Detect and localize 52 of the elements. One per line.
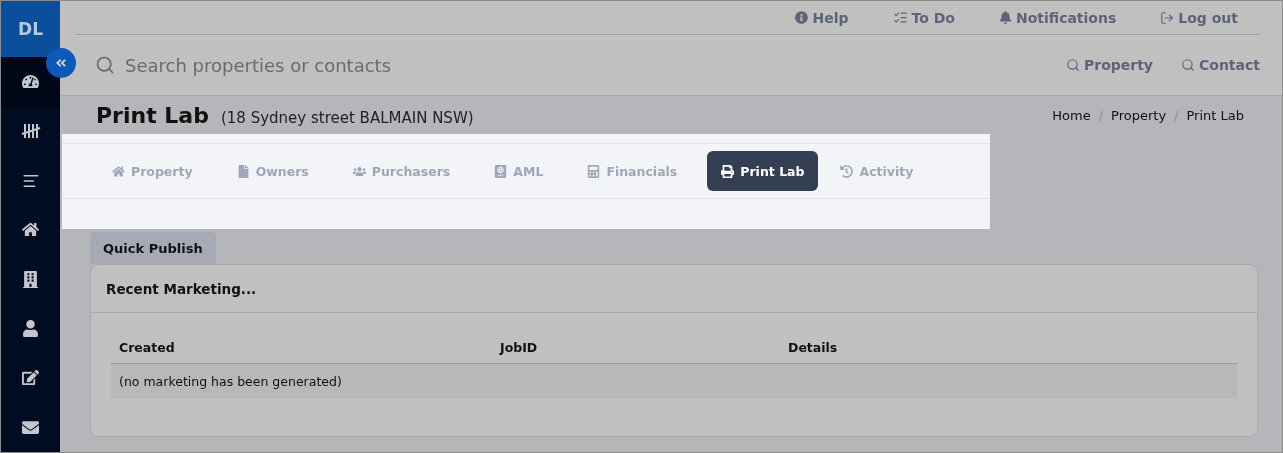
- tab[interactable]: Print Lab: [707, 151, 819, 191]
- mail-icon: [22, 418, 39, 436]
- file-icon: [236, 164, 250, 178]
- calculator-icon: [587, 164, 601, 178]
- page-subtitle: (18 Sydney street BALMAIN NSW): [220, 109, 474, 127]
- breadcrumb-link[interactable]: Home: [1052, 107, 1091, 123]
- quick-search-button[interactable]: Property: [1065, 57, 1153, 73]
- user-icon: [22, 320, 39, 338]
- card-title: Recent Marketing...: [91, 265, 1257, 313]
- tab[interactable]: Purchasers: [338, 151, 465, 191]
- history-icon: [840, 164, 854, 178]
- tally-icon: [20, 122, 41, 141]
- quick-search-button[interactable]: Contact: [1181, 57, 1260, 73]
- tab[interactable]: Quick Publish: [90, 232, 216, 264]
- avatar: DL: [1, 1, 60, 58]
- column-header: Created: [118, 339, 176, 355]
- tab[interactable]: Property: [98, 151, 207, 191]
- passport-icon: [494, 164, 508, 178]
- home-icon: [22, 221, 39, 239]
- info-icon: [795, 11, 809, 24]
- search-placeholder: Search properties or contacts: [125, 54, 391, 76]
- logout-icon: [1160, 10, 1175, 25]
- column-header: Details: [787, 339, 839, 355]
- breadcrumb-separator: /: [1174, 107, 1179, 123]
- checklist-icon: [892, 10, 908, 25]
- empty-message: (no marketing has been generated): [118, 373, 342, 389]
- breadcrumb-separator: /: [1098, 107, 1104, 123]
- users-icon: [352, 164, 366, 178]
- double-chevron-icon: [55, 57, 67, 69]
- search-icon: [1181, 58, 1195, 72]
- tab[interactable]: Owners: [222, 151, 323, 191]
- page-title: Print Lab: [96, 102, 209, 128]
- tab[interactable]: Financials: [573, 151, 692, 191]
- tab[interactable]: Activity: [826, 151, 928, 191]
- top-link[interactable]: Help: [773, 9, 871, 26]
- sidebar-item[interactable]: [1, 57, 60, 107]
- printer-icon: [721, 164, 735, 178]
- top-link[interactable]: Log out: [1138, 9, 1260, 26]
- breadcrumb-link[interactable]: Property: [1111, 107, 1167, 123]
- top-link[interactable]: Notifications: [976, 9, 1139, 26]
- search-icon: [1065, 58, 1080, 72]
- edit-icon: [22, 369, 39, 387]
- bell-icon: [998, 11, 1012, 24]
- home-icon: [112, 164, 125, 178]
- breadcrumb-link[interactable]: Print Lab: [1186, 107, 1244, 123]
- search-field[interactable]: Search properties or contacts: [75, 54, 1038, 76]
- top-link[interactable]: To Do: [870, 9, 977, 26]
- tab[interactable]: AML: [480, 151, 558, 191]
- search-icon: [95, 55, 115, 75]
- building-icon: [22, 270, 39, 288]
- column-header: JobID: [498, 339, 539, 355]
- gauge-icon: [22, 73, 39, 91]
